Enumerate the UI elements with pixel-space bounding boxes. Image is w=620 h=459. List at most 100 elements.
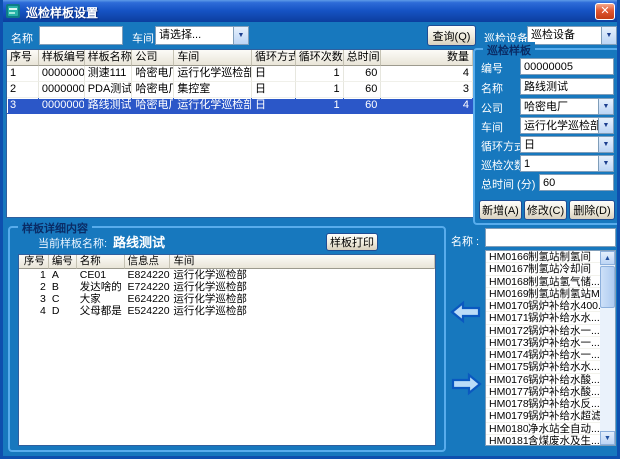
- list-item[interactable]: HM0174锅炉补给水一...: [486, 349, 600, 361]
- picker-filter-input[interactable]: [485, 228, 616, 247]
- inspect-times-select[interactable]: 1▼: [520, 155, 614, 172]
- item-name: 制氢站制氢站M...: [528, 288, 600, 299]
- list-item[interactable]: HM0172锅炉补给水一...: [486, 325, 600, 337]
- list-item[interactable]: HM0169制氢站制氢站M...: [486, 288, 600, 300]
- column-header[interactable]: 循环次数: [296, 50, 344, 66]
- chevron-down-icon[interactable]: ▼: [598, 99, 613, 114]
- column-header[interactable]: 循环方式: [252, 50, 296, 66]
- field-label: 总时间 (分): [481, 176, 535, 192]
- item-id: HM0173: [486, 337, 528, 348]
- item-id: HM0166: [486, 251, 528, 262]
- table-row[interactable]: 1ACE01E8242208运行化学巡检部: [19, 269, 435, 281]
- table-row[interactable]: 100000003测速111哈密电厂运行化学巡检部日1604: [7, 66, 473, 82]
- detail-table: 序号编号名称信息点车间 1ACE01E8242208运行化学巡检部2B发达啥的E…: [18, 254, 436, 446]
- template-id-input[interactable]: 00000005: [520, 58, 614, 75]
- table-row[interactable]: 3C大家E6242208运行化学巡检部: [19, 293, 435, 305]
- scroll-up-icon[interactable]: ▲: [600, 251, 615, 265]
- table-cell: 60: [344, 98, 382, 114]
- item-name: 净水站全自动...: [528, 423, 600, 434]
- current-template-value: 路线测试: [113, 232, 165, 251]
- item-name: 锅炉补给水一...: [528, 349, 600, 360]
- print-button[interactable]: 样板打印: [326, 233, 378, 251]
- column-header[interactable]: 信息点: [125, 255, 171, 269]
- table-cell: 发达啥的: [77, 281, 125, 293]
- add-button[interactable]: 新增(A): [479, 200, 522, 220]
- scrollbar-thumb[interactable]: [600, 266, 615, 308]
- table-row[interactable]: 4D父母都是E5242208运行化学巡检部: [19, 305, 435, 317]
- item-id: HM0179: [486, 410, 528, 421]
- close-button[interactable]: ✕: [595, 3, 615, 20]
- current-template-label: 当前样板名称:: [38, 235, 107, 251]
- field-row: 总时间 (分) 60: [475, 174, 618, 191]
- column-header[interactable]: 样板名称: [85, 50, 133, 66]
- list-item[interactable]: HM0175锅炉补给水水...: [486, 361, 600, 373]
- item-id: HM0167: [486, 263, 528, 274]
- item-name: 锅炉补给水反...: [528, 398, 600, 409]
- device-select[interactable]: 巡检设备 ▼: [527, 26, 617, 45]
- cycle-mode-select[interactable]: 日▼: [520, 136, 614, 153]
- table-row[interactable]: 300000005路线测试哈密电厂运行化学巡检部日1604: [7, 98, 473, 114]
- picker-list: HM0166制氢站制氢间HM0167制氢站冷却间HM0168制氢站氢气储...H…: [485, 250, 616, 446]
- table-cell: 4: [381, 66, 473, 82]
- list-item[interactable]: HM0180净水站全自动...: [486, 423, 600, 435]
- company-select[interactable]: 哈密电厂▼: [520, 98, 614, 115]
- list-item[interactable]: HM0167制氢站冷却间: [486, 263, 600, 275]
- name-filter-input[interactable]: [39, 26, 123, 45]
- list-item[interactable]: HM0168制氢站氢气储...: [486, 276, 600, 288]
- field-row: 循环方式 日▼: [475, 136, 618, 153]
- scrollbar[interactable]: ▲ ▼: [600, 251, 615, 445]
- window-title: 巡检样板设置: [26, 4, 98, 21]
- item-id: HM0168: [486, 276, 528, 287]
- total-time-input[interactable]: 60: [539, 174, 614, 191]
- table-cell: 2: [7, 82, 39, 98]
- column-header[interactable]: 总时间: [344, 50, 382, 66]
- list-item[interactable]: HM0181含煤废水及生...: [486, 435, 600, 446]
- delete-button[interactable]: 删除(D): [569, 200, 615, 220]
- workshop-select[interactable]: 请选择... ▼: [155, 26, 249, 45]
- item-name: 含煤废水及生...: [528, 435, 600, 446]
- table-cell: 60: [344, 82, 382, 98]
- move-right-arrow-button[interactable]: [450, 371, 482, 397]
- table-cell: E5242208: [125, 305, 171, 317]
- chevron-down-icon[interactable]: ▼: [598, 137, 613, 152]
- list-item[interactable]: HM0171锅炉补给水水...: [486, 312, 600, 324]
- query-button[interactable]: 查询(Q): [427, 25, 476, 46]
- list-item[interactable]: HM0166制氢站制氢间: [486, 251, 600, 263]
- column-header[interactable]: 车间: [174, 50, 252, 66]
- column-header[interactable]: 编号: [49, 255, 77, 269]
- list-item[interactable]: HM0178锅炉补给水反...: [486, 398, 600, 410]
- column-header[interactable]: 样板编号: [39, 50, 85, 66]
- table-cell: 集控室: [174, 82, 252, 98]
- table-cell: E7242208: [125, 281, 171, 293]
- column-header[interactable]: 数量: [381, 50, 473, 66]
- column-header[interactable]: 车间: [170, 255, 435, 269]
- column-header[interactable]: 名称: [77, 255, 125, 269]
- item-id: HM0176: [486, 374, 528, 385]
- list-item[interactable]: HM0170锅炉补给水400...: [486, 300, 600, 312]
- item-name: 制氢站氢气储...: [528, 276, 600, 287]
- scroll-down-icon[interactable]: ▼: [600, 431, 615, 445]
- workshop-edit-select[interactable]: 运行化学巡检部▼: [520, 117, 614, 134]
- modify-button[interactable]: 修改(C): [524, 200, 567, 220]
- column-header[interactable]: 公司: [132, 50, 174, 66]
- column-header[interactable]: 序号: [7, 50, 39, 66]
- table-row[interactable]: 2B发达啥的E7242208运行化学巡检部: [19, 281, 435, 293]
- item-id: HM0181: [486, 435, 528, 446]
- table-cell: 1: [19, 269, 49, 281]
- list-item[interactable]: HM0173锅炉补给水一...: [486, 337, 600, 349]
- chevron-down-icon[interactable]: ▼: [598, 118, 613, 133]
- title-bar: 巡检样板设置 ✕: [0, 0, 620, 22]
- column-header[interactable]: 序号: [19, 255, 49, 269]
- list-item[interactable]: HM0177锅炉补给水酸...: [486, 386, 600, 398]
- chevron-down-icon[interactable]: ▼: [233, 27, 248, 44]
- table-cell: 1: [296, 98, 344, 114]
- move-left-arrow-button[interactable]: [450, 299, 482, 325]
- table-row[interactable]: 200000004PDA测试哈密电厂集控室日1603: [7, 82, 473, 98]
- field-label: 循环方式: [481, 138, 525, 154]
- item-name: 锅炉补给水400...: [528, 300, 600, 311]
- list-item[interactable]: HM0176锅炉补给水酸...: [486, 374, 600, 386]
- template-name-input[interactable]: 路线测试: [520, 78, 614, 95]
- chevron-down-icon[interactable]: ▼: [598, 156, 613, 171]
- chevron-down-icon[interactable]: ▼: [601, 27, 616, 44]
- list-item[interactable]: HM0179锅炉补给水超滤: [486, 410, 600, 422]
